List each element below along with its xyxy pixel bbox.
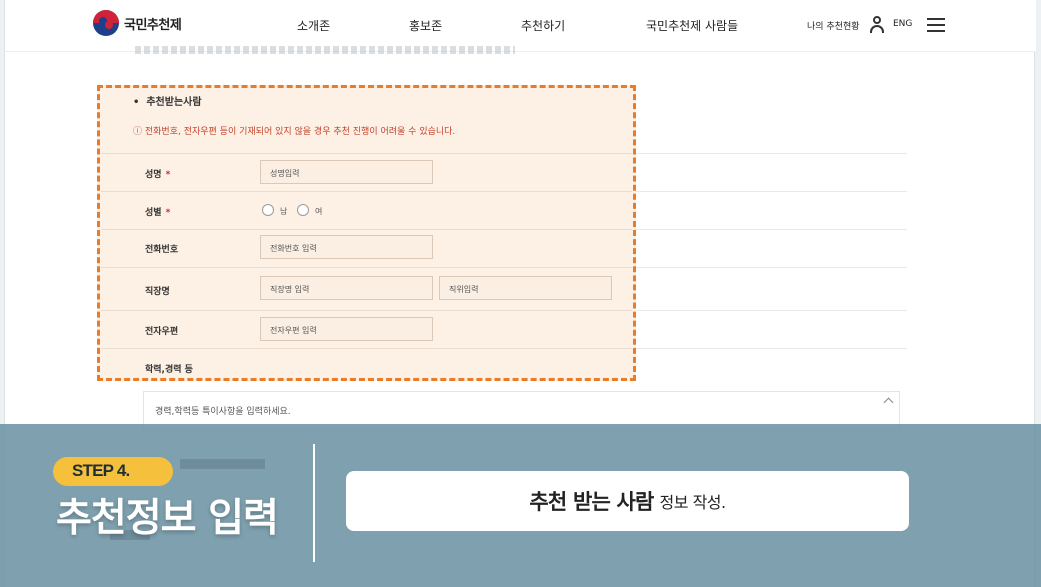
taegeuk-logo-icon[interactable] xyxy=(93,10,119,36)
email-input[interactable]: 전자우편 입력 xyxy=(260,317,433,341)
row-divider xyxy=(101,229,632,230)
row-divider xyxy=(635,267,907,268)
row-divider xyxy=(101,153,632,154)
brand-name[interactable]: 국민추천제 xyxy=(124,14,182,33)
banner-divider xyxy=(313,444,315,562)
workplace-label: 직장명 xyxy=(145,287,170,297)
section-title: • 추천받는사람 xyxy=(133,97,202,108)
nav-item-recommend[interactable]: 추천하기 xyxy=(521,17,565,34)
email-label: 전자우편 xyxy=(145,327,179,337)
user-icon[interactable] xyxy=(869,16,885,33)
my-recommend-status-link[interactable]: 나의 추천현황 xyxy=(807,19,860,32)
row-divider xyxy=(635,229,907,230)
screen: 국민추천제 소개존 홍보존 추천하기 국민추천제 사람들 나의 추천현황 ENG… xyxy=(0,0,1041,587)
row-divider xyxy=(101,267,632,268)
workplace-input[interactable]: 직장명 입력 xyxy=(260,276,433,300)
gender-female-label: 여 xyxy=(315,207,323,216)
language-toggle[interactable]: ENG xyxy=(893,19,912,29)
career-label: 학력,경력 등 xyxy=(145,365,193,375)
row-divider xyxy=(635,191,907,192)
name-input[interactable]: 성명입력 xyxy=(260,160,433,184)
phone-input[interactable]: 전화번호 입력 xyxy=(260,235,433,259)
career-textarea-placeholder: 경력,학력등 특이사항을 입력하세요. xyxy=(155,407,291,417)
row-divider xyxy=(101,191,632,192)
gender-female-radio[interactable] xyxy=(297,204,309,216)
row-divider xyxy=(635,310,907,311)
phone-label: 전화번호 xyxy=(145,245,179,255)
name-label: 성명 * xyxy=(145,170,171,180)
faded-text-strip xyxy=(135,46,515,54)
nav-item-people[interactable]: 국민추천제 사람들 xyxy=(646,17,738,34)
gender-male-label: 남 xyxy=(280,207,288,216)
caption-strong: 추천 받는 사람 xyxy=(529,490,654,514)
row-divider xyxy=(101,348,632,349)
caption-text: 추천 받는 사람 정보 작성. xyxy=(346,471,909,531)
nav-item-promo[interactable]: 홍보존 xyxy=(409,17,442,34)
caption-rest: 정보 작성. xyxy=(659,493,727,512)
hamburger-menu-icon[interactable] xyxy=(927,18,945,32)
gender-label: 성별 * xyxy=(145,208,171,218)
nav-item-intro[interactable]: 소개존 xyxy=(297,17,330,34)
position-input[interactable]: 직위입력 xyxy=(439,276,612,300)
banner-title: 추천정보 입력 xyxy=(56,496,279,541)
row-divider xyxy=(101,310,632,311)
gender-male-radio[interactable] xyxy=(262,204,274,216)
step-label: STEP 4. xyxy=(72,461,130,480)
row-divider xyxy=(635,153,907,154)
notice-text: ⓘ 전화번호, 전자우편 등이 기재되어 있지 않을 경우 추천 진행이 어려울… xyxy=(133,127,456,137)
faded-background-text xyxy=(180,459,265,469)
row-divider xyxy=(635,348,907,349)
